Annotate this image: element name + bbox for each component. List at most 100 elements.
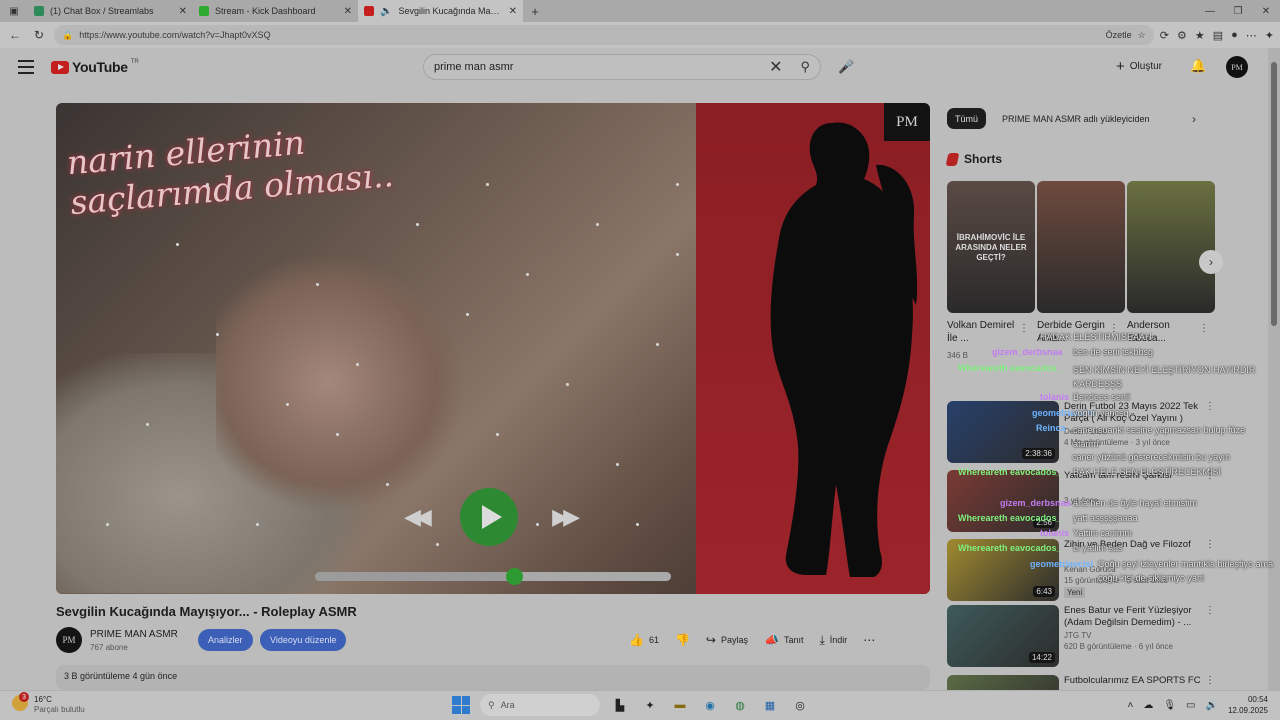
video-thumbnail[interactable]: 14:22 [947,605,1059,667]
show-hidden-icons[interactable]: ˄ [1128,700,1134,711]
tab-streamlabs[interactable]: (1) Chat Box / Streamlabs ✕ [28,0,193,22]
search-icon[interactable]: ⚲ [800,59,810,75]
account-avatar[interactable]: PM [1226,56,1248,78]
video-title[interactable]: Zihin ve Beden Dağ ve Filozof [1064,539,1210,551]
page-scrollbar[interactable] [1268,48,1280,690]
network-icon[interactable]: ▭ [1186,700,1195,711]
analytics-button[interactable]: Analizler [198,629,253,651]
short-title[interactable]: Anderson Talisca... [1127,319,1197,345]
dislike-button[interactable]: 👎 [675,633,690,647]
promote-button[interactable]: 📣 Tanıt [764,633,803,647]
channel-avatar[interactable]: PM [56,627,82,653]
start-windows-icon[interactable] [452,696,470,714]
channel-name[interactable]: PRIME MAN ASMR [90,629,178,640]
fast-forward-icon[interactable]: ▶▶ [552,504,580,530]
more-actions-icon[interactable]: ⋯ [863,633,875,647]
video-more-icon[interactable]: ⋮ [1205,470,1215,481]
file-explorer-icon[interactable]: ▬ [670,695,690,715]
obs-app-icon[interactable]: ◎ [790,695,810,715]
recommended-video[interactable]: 6:43 Zihin ve Beden Dağ ve Filozof Kenan G… [947,539,1227,601]
chip-from-uploader[interactable]: PRIME MAN ASMR adlı yükleyiciden [994,108,1158,129]
more-menu-icon[interactable]: ⋯ [1246,29,1257,42]
progress-knob[interactable] [506,568,524,585]
short-more-icon[interactable]: ⋮ [1019,323,1029,334]
progress-slider[interactable] [315,568,671,585]
chrome-browser-icon[interactable]: ◍ [730,695,750,715]
profile-icon[interactable]: ● [1231,29,1238,42]
store-app-icon[interactable]: ▦ [760,695,780,715]
video-more-icon[interactable]: ⋮ [1205,605,1215,616]
microphone-icon[interactable]: 🎤 [838,59,854,75]
description-box[interactable]: 3 B görüntüleme 4 gün önce [56,665,930,690]
reload-icon[interactable]: ↻ [30,26,48,44]
mic-tray-icon[interactable]: 🎙 [1163,700,1176,711]
summarize-button[interactable]: Özetle [1106,30,1132,40]
site-info-icon[interactable]: 🔒 [62,30,73,41]
cloud-icon[interactable]: ☁ [1143,700,1153,711]
copilot-icon[interactable]: ✦ [1265,29,1274,42]
like-button[interactable]: 👍 61 [629,633,659,647]
download-button[interactable]: ⤓ İndir [819,633,847,648]
favorite-star-icon[interactable]: ☆ [1138,30,1146,41]
short-more-icon[interactable]: ⋮ [1109,323,1119,334]
search-box[interactable]: ✕ ⚲ [423,54,821,80]
menu-icon[interactable] [18,60,34,74]
video-thumbnail[interactable]: 6:43 [947,539,1059,601]
play-button[interactable] [460,488,518,546]
short-title[interactable]: Volkan Demirel İle ... [947,319,1017,345]
video-player[interactable]: narin ellerinin saçlarımda olması.. PM ◀… [56,103,930,594]
short-title[interactable]: Derbide Gergin Anla... [1037,319,1107,345]
refresh-extension-icon[interactable]: ⟳ [1160,29,1169,42]
shorts-next-icon[interactable]: › [1199,250,1223,274]
short-more-icon[interactable]: ⋮ [1199,323,1209,334]
video-thumbnail[interactable] [947,675,1059,690]
youtube-logo[interactable]: YouTube TR [51,59,139,75]
video-title[interactable]: Futbolcularımız EA SPORTS FC [1064,675,1210,687]
minimize-icon[interactable]: — [1196,0,1224,22]
extensions-icon[interactable]: ⚙ [1177,29,1187,42]
rewind-icon[interactable]: ◀◀ [404,504,432,530]
tab-youtube-video[interactable]: 🔈 Sevgilin Kucağında Mayışyor... ✕ [358,0,523,22]
edge-browser-icon[interactable]: ◉ [700,695,720,715]
recommended-video[interactable]: 2:38:36 Derin Futbol 23 Mayıs 2022 Tek Pa… [947,401,1227,463]
weather-widget[interactable]: 16°C Parçalı bulutlu [12,692,85,715]
video-title[interactable]: Yatcam tam resmi Şarkısı [1064,470,1210,482]
short-thumbnail[interactable]: İBRAHİMOVİC İLE ARASINDA NELER GEÇTİ? [947,181,1035,313]
new-tab-button[interactable]: + [523,4,547,19]
short-thumbnail[interactable] [1037,181,1125,313]
video-title[interactable]: Enes Batur ve Ferit Yüzleşiyor (Adam Değ… [1064,605,1210,629]
channel-name[interactable]: Kenan Görücü [1064,565,1116,574]
video-more-icon[interactable]: ⋮ [1205,539,1215,550]
video-thumbnail[interactable]: 2:38:36 [947,401,1059,463]
recommended-video[interactable]: 2:56 Yatcam tam resmi Şarkısı 3 yıl önce ⋮ [947,470,1227,532]
close-window-icon[interactable]: ✕ [1252,0,1280,22]
tab-kick-dashboard[interactable]: Stream - Kick Dashboard ✕ [193,0,358,22]
channel-name[interactable]: Derin Futbol [1064,427,1108,436]
clear-search-icon[interactable]: ✕ [769,57,782,77]
close-tab-icon[interactable]: ✕ [179,6,187,17]
task-view-icon[interactable]: ▙ [610,695,630,715]
video-more-icon[interactable]: ⋮ [1205,675,1215,686]
edit-video-button[interactable]: Videoyu düzenle [260,629,347,651]
favorites-icon[interactable]: ★ [1195,29,1205,42]
maximize-icon[interactable]: ❐ [1224,0,1252,22]
video-title[interactable]: Derin Futbol 23 Mayıs 2022 Tek Parça ( A… [1064,401,1210,425]
scrollbar-thumb[interactable] [1271,62,1277,326]
volume-icon[interactable]: 🔊 [1206,700,1218,711]
close-tab-icon[interactable]: ✕ [509,6,517,17]
short-thumbnail[interactable] [1127,181,1215,313]
tab-actions-icon[interactable]: ▣ [0,0,28,22]
audio-playing-icon[interactable]: 🔈 [380,6,392,17]
taskbar-search[interactable]: ⚲ Ara [480,694,600,716]
clock[interactable]: 00:54 12.09.2025 [1228,694,1268,716]
search-input[interactable] [434,61,770,73]
video-thumbnail[interactable]: 2:56 [947,470,1059,532]
video-more-icon[interactable]: ⋮ [1205,401,1215,412]
chips-next-icon[interactable]: › [1192,112,1196,126]
recommended-video[interactable]: 14:22 Enes Batur ve Ferit Yüzleşiyor (Ada… [947,605,1227,667]
address-bar[interactable]: 🔒 https://www.youtube.com/watch?v=Jhapt0… [54,25,1154,45]
copilot-app-icon[interactable]: ✦ [640,695,660,715]
recommended-video[interactable]: Futbolcularımız EA SPORTS FC ⋮ [947,675,1227,690]
close-tab-icon[interactable]: ✕ [344,6,352,17]
collections-icon[interactable]: ▤ [1213,29,1223,42]
